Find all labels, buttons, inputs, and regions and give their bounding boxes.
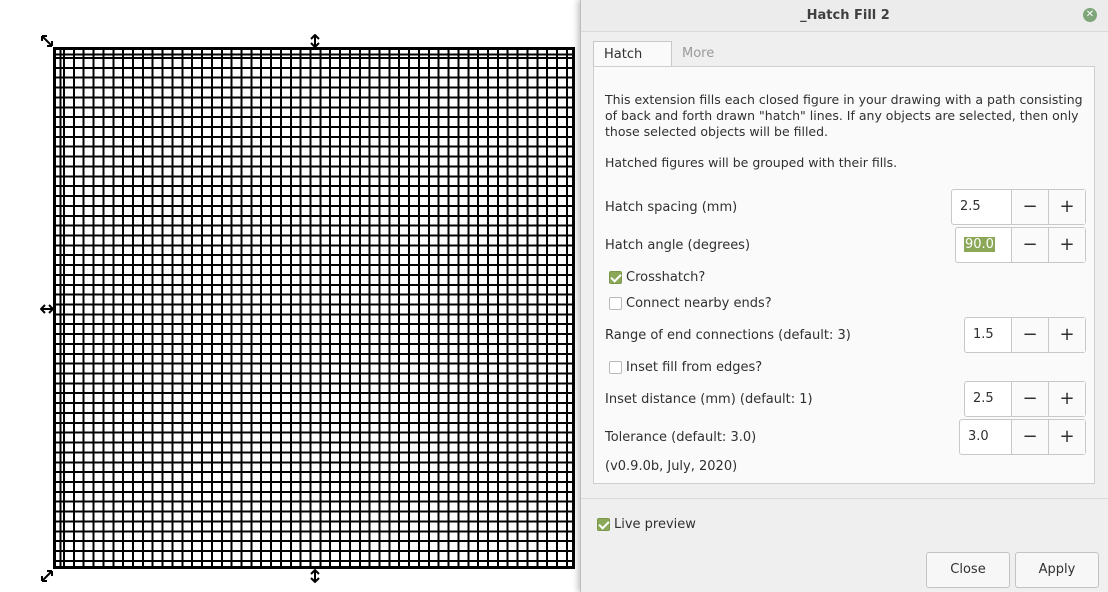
hatch-spacing-decrement-button[interactable]: − — [1011, 190, 1048, 224]
resize-handle-bottom-left[interactable] — [40, 569, 54, 583]
dialog-title: _Hatch Fill 2 — [800, 8, 890, 23]
connect-ends-checkbox[interactable]: Connect nearby ends? — [609, 296, 772, 311]
hatch-spacing-input[interactable]: 2.5 — [952, 190, 1011, 224]
hatch-spacing-increment-button[interactable]: + — [1048, 190, 1085, 224]
inset-distance-increment-button[interactable]: + — [1048, 382, 1085, 416]
inset-distance-decrement-button[interactable]: − — [1011, 382, 1048, 416]
drawing-canvas[interactable] — [0, 0, 600, 592]
tolerance-stepper: 3.0 − + — [959, 419, 1086, 455]
hatch-angle-increment-button[interactable]: + — [1048, 228, 1085, 262]
crosshatch-label: Crosshatch? — [626, 270, 706, 285]
inset-distance-stepper: 2.5 − + — [964, 381, 1086, 417]
tolerance-increment-button[interactable]: + — [1048, 420, 1085, 454]
divider — [581, 498, 1108, 499]
range-end-input[interactable]: 1.5 — [965, 318, 1011, 352]
hatch-angle-label: Hatch angle (degrees) — [605, 238, 751, 253]
hatch-fill-dialog: _Hatch Fill 2 ✕ Hatch Fill More info... … — [580, 0, 1108, 592]
crosshatch-checkmark-icon — [609, 271, 622, 284]
version-text: (v0.9.0b, July, 2020) — [605, 459, 738, 474]
range-end-increment-button[interactable]: + — [1048, 318, 1085, 352]
dialog-titlebar[interactable]: _Hatch Fill 2 ✕ — [581, 0, 1108, 32]
live-preview-label: Live preview — [614, 517, 696, 532]
hatch-angle-stepper: 90.0 − + — [955, 227, 1086, 263]
live-preview-checkmark-icon — [597, 518, 610, 531]
resize-handle-left[interactable] — [40, 302, 54, 316]
hatched-square[interactable] — [53, 47, 575, 569]
range-end-decrement-button[interactable]: − — [1011, 318, 1048, 352]
resize-handle-top-left[interactable] — [40, 34, 54, 48]
connect-ends-label: Connect nearby ends? — [626, 296, 772, 311]
live-preview-checkbox[interactable]: Live preview — [597, 517, 696, 532]
tab-more-info[interactable]: More info... — [672, 41, 764, 87]
inset-distance-label: Inset distance (mm) (default: 1) — [605, 392, 813, 407]
inset-fill-label: Inset fill from edges? — [626, 360, 763, 375]
grouping-note: Hatched figures will be grouped with the… — [605, 155, 898, 170]
range-end-stepper: 1.5 − + — [964, 317, 1086, 353]
range-end-label: Range of end connections (default: 3) — [605, 328, 851, 343]
description-text: This extension fills each closed figure … — [605, 92, 1083, 139]
hatch-angle-selected-text: 90.0 — [964, 237, 995, 252]
inset-distance-input[interactable]: 2.5 — [965, 382, 1011, 416]
hatch-angle-input[interactable]: 90.0 — [956, 228, 1011, 262]
apply-button[interactable]: Apply — [1015, 552, 1099, 588]
resize-handle-top[interactable] — [308, 34, 322, 48]
inset-fill-checkbox[interactable]: Inset fill from edges? — [609, 360, 762, 375]
crosshatch-checkbox[interactable]: Crosshatch? — [609, 270, 705, 285]
hatch-spacing-label: Hatch spacing (mm) — [605, 200, 738, 215]
hatch-fill-panel: This extension fills each closed figure … — [593, 66, 1095, 484]
hatch-spacing-stepper: 2.5 − + — [951, 189, 1086, 225]
tolerance-label: Tolerance (default: 3.0) — [605, 430, 757, 445]
tab-hatch-fill[interactable]: Hatch Fill — [593, 41, 672, 88]
inset-fill-box — [609, 361, 622, 374]
resize-handle-bottom[interactable] — [308, 569, 322, 583]
close-button[interactable]: Close — [926, 552, 1010, 588]
connect-ends-box — [609, 297, 622, 310]
tolerance-decrement-button[interactable]: − — [1011, 420, 1048, 454]
hatch-angle-decrement-button[interactable]: − — [1011, 228, 1048, 262]
tolerance-input[interactable]: 3.0 — [960, 420, 1011, 454]
close-window-icon[interactable]: ✕ — [1083, 8, 1097, 22]
